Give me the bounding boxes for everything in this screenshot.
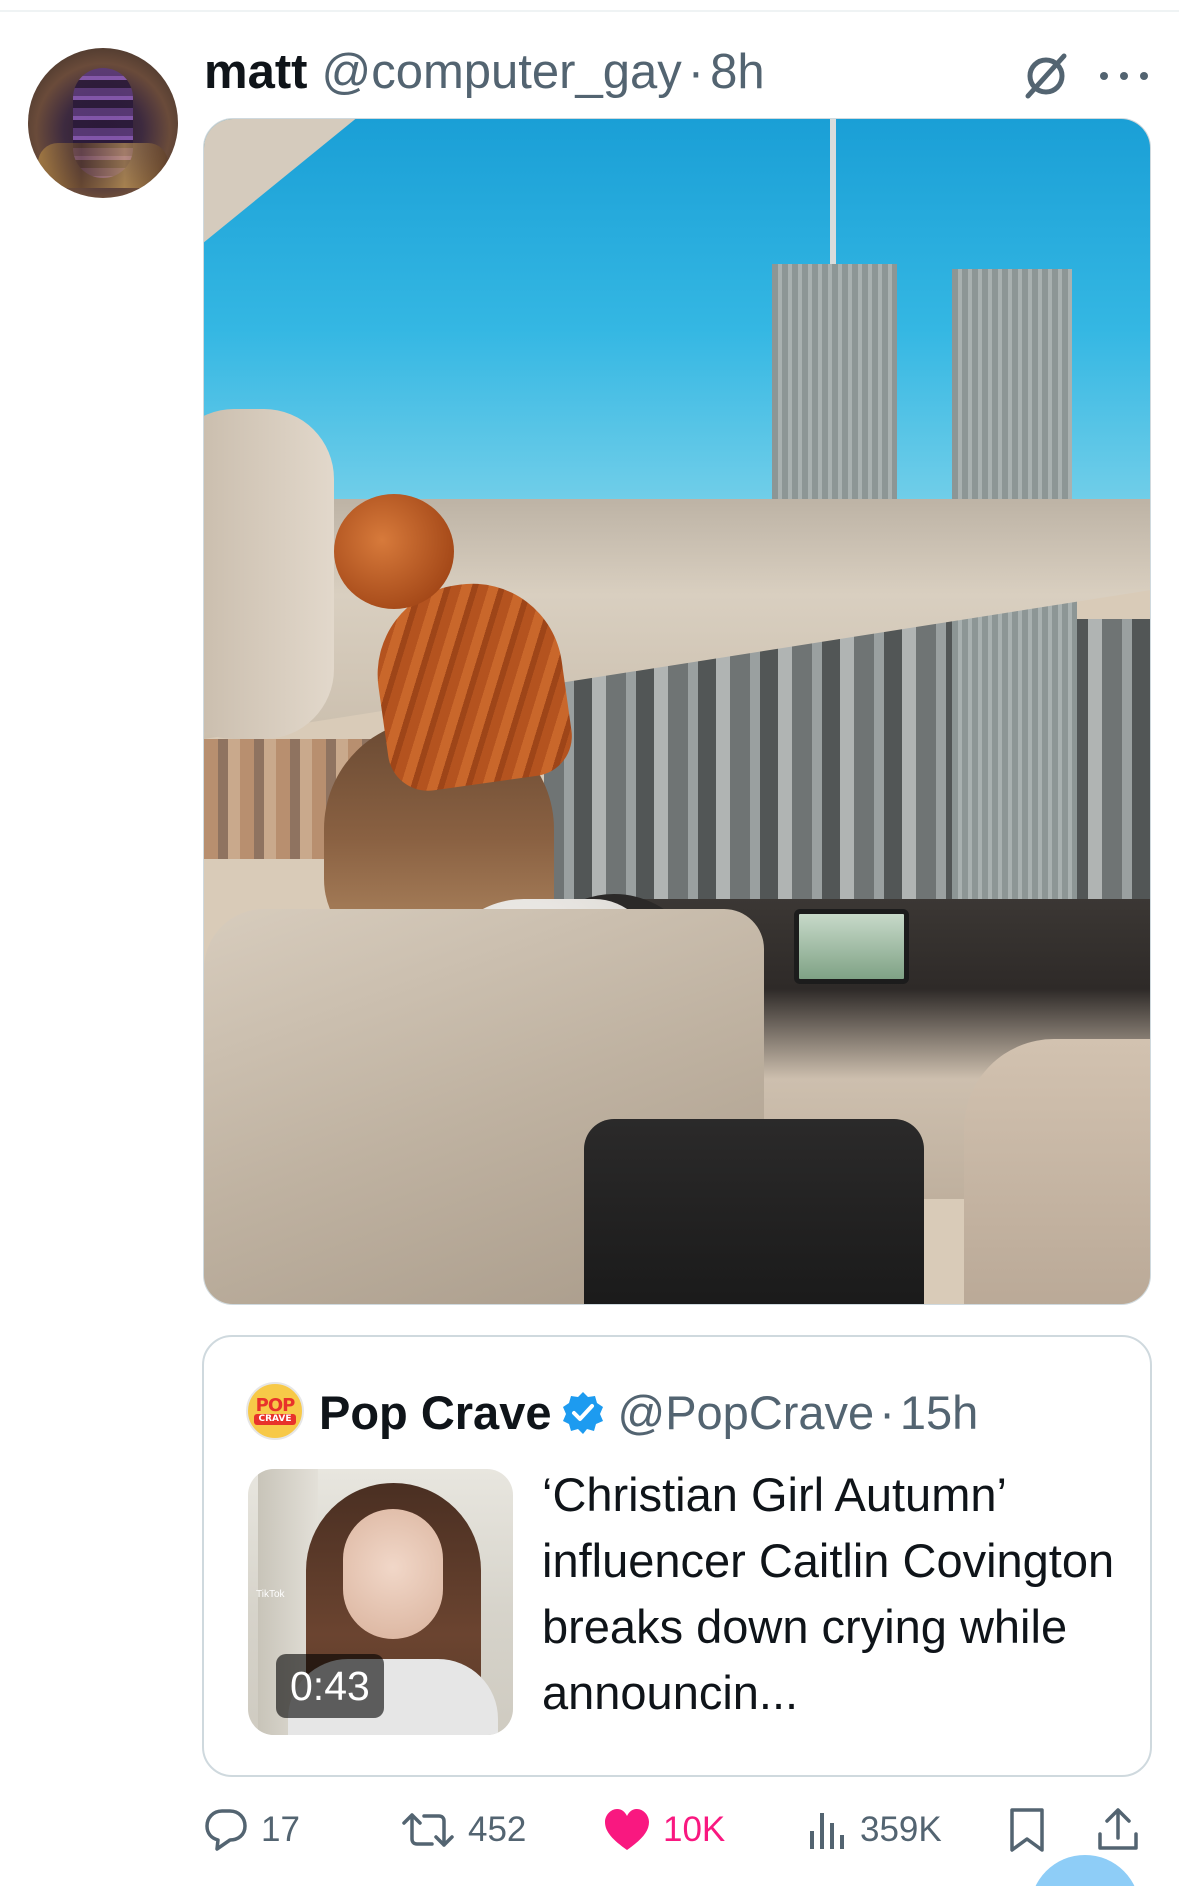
like-count: 10K — [663, 1810, 726, 1849]
grok-icon[interactable] — [1020, 50, 1072, 102]
photo-passenger-seat — [964, 1039, 1150, 1304]
repost-icon — [402, 1813, 454, 1847]
bookmark-button[interactable] — [1007, 1800, 1047, 1860]
quoted-separator: · — [879, 1385, 895, 1439]
repost-count: 452 — [468, 1810, 527, 1849]
post-photo[interactable] — [203, 118, 1151, 1305]
action-bar: 17 452 10K 359K — [0, 1800, 1179, 1860]
repost-button[interactable]: 452 — [400, 1800, 526, 1860]
top-divider — [0, 10, 1179, 12]
bookmark-icon — [1010, 1808, 1044, 1852]
post-time[interactable]: 8h — [710, 44, 765, 100]
quoted-author-name: Pop Crave — [319, 1385, 552, 1439]
header-separator: · — [687, 45, 705, 99]
reply-button[interactable]: 17 — [203, 1800, 300, 1860]
views-icon — [810, 1813, 844, 1849]
author-handle[interactable]: @computer_gay — [321, 44, 681, 100]
more-dot — [1120, 72, 1128, 80]
video-duration-badge: 0:43 — [276, 1654, 384, 1718]
quoted-header: Pop Crave @PopCrave · 15h — [319, 1381, 978, 1443]
heart-icon — [605, 1809, 649, 1850]
quoted-text: ‘Christian Girl Autumn’ influencer Caitl… — [542, 1468, 1115, 1719]
more-dot — [1140, 72, 1148, 80]
views-count: 359K — [860, 1810, 942, 1849]
quoted-author-handle: @PopCrave — [617, 1385, 875, 1439]
quoted-video-thumbnail[interactable]: TikTok 0:43 — [248, 1469, 513, 1735]
views-button[interactable]: 359K — [808, 1800, 942, 1860]
share-button[interactable] — [1096, 1800, 1140, 1860]
more-dot — [1100, 72, 1108, 80]
post-header: matt @computer_gay · 8h — [204, 44, 765, 100]
quoted-avatar-pop: POP — [255, 1395, 296, 1416]
photo-tower-right — [952, 269, 1072, 519]
reply-icon — [205, 1809, 247, 1851]
tiktok-watermark: TikTok — [256, 1589, 285, 1600]
photo-headrest — [204, 409, 334, 739]
photo-tower-windshield — [952, 599, 1077, 919]
author-avatar[interactable] — [28, 48, 178, 198]
quoted-avatar[interactable]: POP CRAVE — [246, 1382, 304, 1440]
quoted-post[interactable]: POP CRAVE Pop Crave @PopCrave · 15h TikT… — [202, 1335, 1152, 1777]
avatar-city-lights — [38, 143, 168, 188]
photo-center-console — [584, 1119, 924, 1304]
reply-count: 17 — [261, 1810, 300, 1849]
photo-nav-screen — [794, 909, 909, 984]
more-options-icon[interactable] — [1100, 56, 1148, 96]
photo-tower-left — [772, 264, 897, 524]
verified-badge-icon — [563, 1392, 604, 1434]
share-icon — [1098, 1808, 1138, 1850]
thumb-face — [343, 1509, 443, 1639]
author-name[interactable]: matt — [204, 44, 307, 100]
quoted-avatar-crave: CRAVE — [254, 1414, 296, 1425]
like-button[interactable]: 10K — [603, 1800, 725, 1860]
quoted-time: 15h — [899, 1385, 979, 1439]
photo-antenna — [830, 119, 836, 269]
photo-pompom — [334, 494, 454, 609]
